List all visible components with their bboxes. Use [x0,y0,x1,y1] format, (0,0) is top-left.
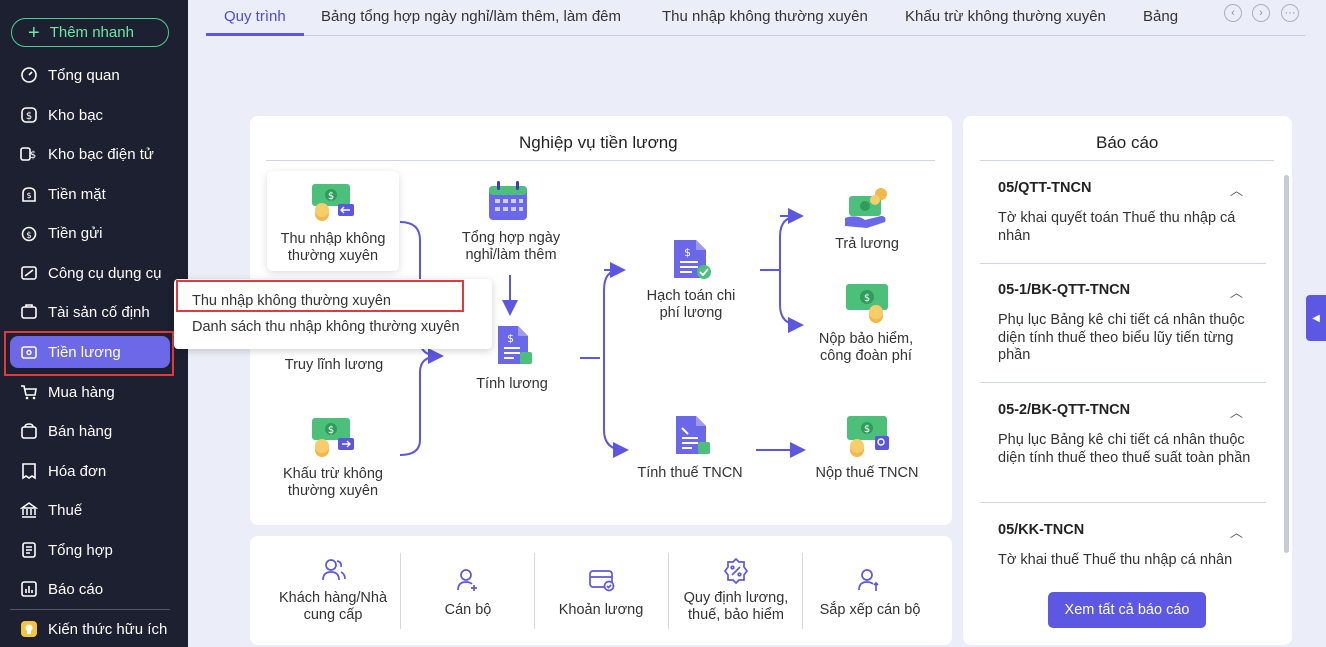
irregular-deduction-label[interactable]: Khấu trừ không thường xuyên [270,466,396,500]
svg-text:$: $ [328,191,334,202]
shortcut-separator [534,553,535,629]
report-divider [980,263,1266,264]
report-code[interactable]: 05/QTT-TNCN [998,180,1091,196]
money-out-icon: $ [312,418,354,457]
svg-text:$: $ [328,425,334,436]
staff-sort-icon [858,569,879,591]
shortcut-regulations[interactable]: Quy định lương, thuế, bảo hiểm [676,590,796,624]
report-divider [980,502,1266,503]
calc-salary-label[interactable]: Tính lương [468,376,556,393]
chevron-up-icon[interactable]: ︿ [1230,522,1243,541]
report-divider [980,382,1266,383]
see-all-reports-button[interactable]: Xem tất cả báo cáo [1048,592,1206,628]
menu-item-irregular-income-list[interactable]: Danh sách thu nhập không thường xuyên [192,319,460,335]
reports-title-divider [980,160,1274,161]
calc-pit-label[interactable]: Tính thuế TNCN [630,465,750,482]
reports-title: Báo cáo [1096,133,1159,152]
report-description[interactable]: Phụ lục Bảng kê chi tiết cá nhân thuộc d… [998,312,1263,365]
report-description[interactable]: Tờ khai quyết toán Thuế thu nhập cá nhân [998,210,1263,245]
reports-scrollbar[interactable] [1284,175,1289,553]
insurance-label[interactable]: Nộp bảo hiểm, công đoàn phí [806,331,926,365]
calc-tax-icon [676,416,710,454]
customers-icon [322,559,346,581]
shortcut-salary-items[interactable]: Khoản lương [550,602,652,619]
insurance-payment-icon: $ [846,284,888,323]
staff-add-icon [457,569,477,591]
report-code[interactable]: 05-2/BK-QTT-TNCN [998,402,1130,418]
pay-tax-icon: $ [847,416,889,457]
pay-salary-icon [845,188,887,228]
report-code[interactable]: 05-1/BK-QTT-TNCN [998,282,1130,298]
calendar-icon [489,181,527,220]
chevron-up-icon[interactable]: ︿ [1230,402,1243,421]
accounting-doc-icon: $ [674,240,711,279]
salary-retrieval-label[interactable]: Truy lĩnh lương [275,357,393,374]
irregular-income-label: Thu nhập không thường xuyên [280,231,386,264]
calc-salary-icon: $ [498,326,532,364]
shortcut-separator [400,553,401,629]
svg-text:$: $ [684,246,691,259]
chevron-up-icon[interactable]: ︿ [1230,282,1243,301]
svg-text:$: $ [864,293,870,304]
menu-item-irregular-income[interactable]: Thu nhập không thường xuyên [192,293,391,309]
chevron-up-icon[interactable]: ︿ [1230,180,1243,199]
report-description[interactable]: Tờ khai thuế Thuế thu nhập cá nhân [998,552,1263,570]
report-code[interactable]: 05/KK-TNCN [998,522,1084,538]
svg-text:$: $ [507,332,514,345]
money-in-icon: $ [312,184,354,221]
shortcut-staff-sort[interactable]: Sắp xếp cán bộ [810,602,930,619]
salary-item-icon [589,570,615,592]
regulation-icon [723,557,749,585]
shortcut-separator [802,553,803,629]
shortcut-customers[interactable]: Khách hàng/Nhà cung cấp [270,590,396,624]
pay-pit-label[interactable]: Nộp thuế TNCN [806,465,928,482]
salary-accounting-label[interactable]: Hạch toán chi phí lương [636,288,746,322]
shortcut-staff[interactable]: Cán bộ [420,602,516,619]
shortcut-separator [668,553,669,629]
irregular-income-menu: Thu nhập không thường xuyên Danh sách th… [174,279,492,349]
report-description[interactable]: Phụ lục Bảng kê chi tiết cá nhân thuộc d… [998,432,1263,467]
panel-toggle-icon[interactable]: ◀ [1306,295,1326,341]
svg-text:$: $ [864,424,870,435]
pay-salary-label[interactable]: Trả lương [826,236,908,253]
overtime-summary-label[interactable]: Tổng hợp ngày nghỉ/làm thêm [450,230,572,264]
